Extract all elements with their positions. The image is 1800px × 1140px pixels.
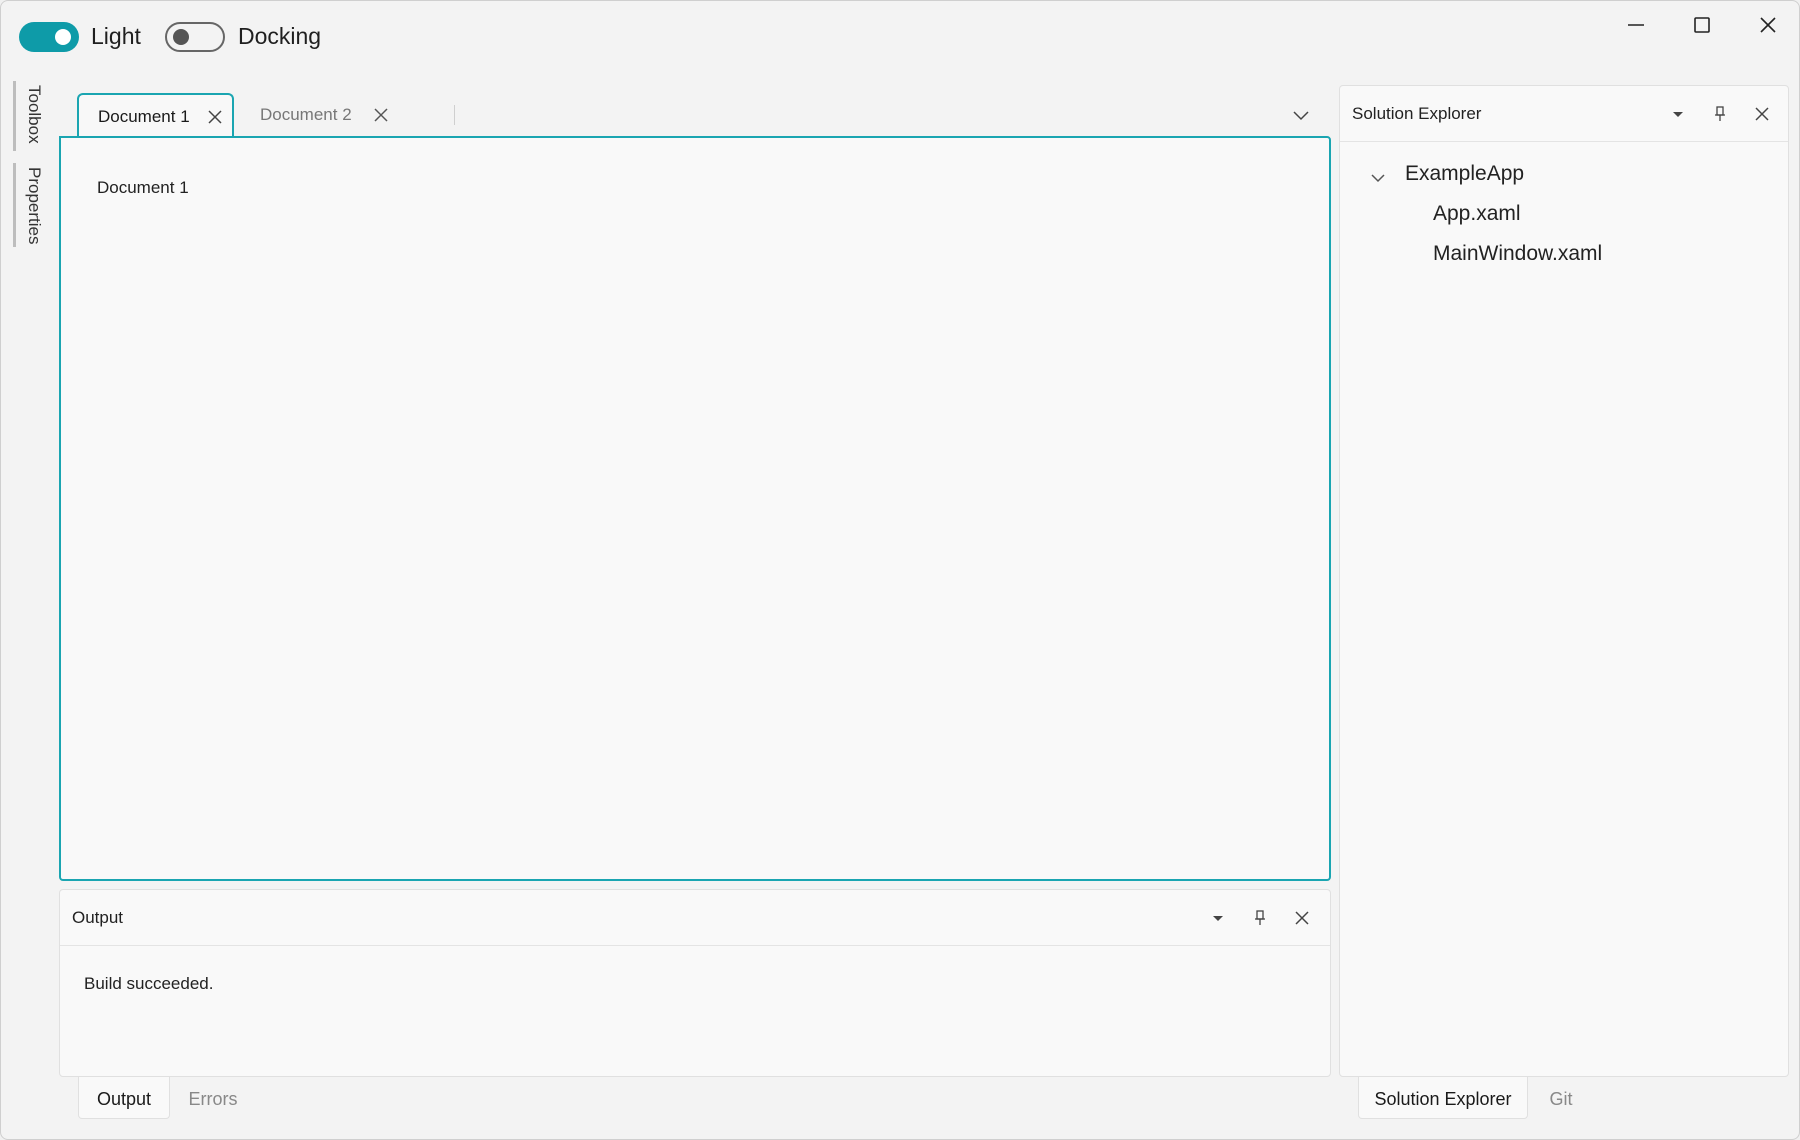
side-tab-label: Properties [25,167,44,245]
tab-label: Git [1549,1089,1573,1109]
tab-label: Solution Explorer [1374,1089,1512,1109]
output-text: Build succeeded. [84,974,214,993]
pin-icon [1255,910,1265,925]
solution-explorer-pane: Solution Explorer ExampleApp App.xaml Ma… [1339,85,1789,1077]
light-toggle-label: Light [91,23,141,49]
docking-toggle-label: Docking [238,23,322,49]
close-icon [1755,107,1769,121]
tab-separator [454,105,455,125]
docking-toggle[interactable] [165,22,225,52]
tab-document-1[interactable]: Document 1 [77,93,234,137]
tab-output[interactable]: Output [78,1077,170,1119]
tab-errors[interactable]: Errors [171,1077,255,1119]
maximize-button[interactable] [1671,7,1733,43]
solution-options-button[interactable] [1666,102,1690,126]
tab-git[interactable]: Git [1531,1077,1591,1119]
light-toggle[interactable] [19,22,79,52]
close-icon [1760,17,1776,33]
side-tab-label: Toolbox [25,85,44,144]
tree-item-root[interactable]: ExampleApp [1405,162,1524,186]
output-options-button[interactable] [1206,906,1230,930]
tree-item-file[interactable]: MainWindow.xaml [1433,242,1602,266]
chevron-down-icon[interactable] [1370,172,1386,184]
dropdown-arrow-icon [1673,112,1683,117]
tab-document-2[interactable]: Document 2 [241,93,451,137]
tab-solution-explorer[interactable]: Solution Explorer [1358,1077,1528,1119]
tab-overflow-chevron-icon[interactable] [1291,107,1311,123]
minimize-button[interactable] [1605,7,1667,43]
pin-icon [1715,106,1725,121]
solution-close-button[interactable] [1750,102,1774,126]
output-pane: Output Build succeeded. [59,889,1331,1077]
maximize-icon [1694,17,1710,33]
document-content-area: Document 1 [59,136,1331,881]
title-bar: Light Docking [1,1,1799,75]
side-tab-toolbox[interactable]: Toolbox [13,81,45,151]
tab-label: Document 2 [260,105,352,124]
close-tab-icon[interactable] [207,109,223,125]
toggle-knob [173,29,189,45]
close-window-button[interactable] [1737,7,1799,43]
solution-explorer-title: Solution Explorer [1352,104,1482,123]
left-side-rail: Toolbox Properties [7,81,47,261]
document-tab-strip: Document 1 Document 2 [59,93,1331,137]
output-pane-header: Output [60,890,1330,946]
minimize-icon [1628,24,1644,26]
document-content: Document 1 [97,178,189,197]
toggle-knob [55,29,71,45]
solution-explorer-header: Solution Explorer [1340,86,1788,142]
solution-pin-button[interactable] [1708,102,1732,126]
tab-label: Errors [188,1089,238,1109]
output-close-button[interactable] [1290,906,1314,930]
output-pin-button[interactable] [1248,906,1272,930]
dropdown-arrow-icon [1213,916,1223,921]
tree-item-file[interactable]: App.xaml [1433,202,1521,226]
output-pane-title: Output [72,908,124,927]
side-tab-properties[interactable]: Properties [13,163,45,247]
app-window: Light Docking Toolbox Properties Documen… [0,0,1800,1140]
tab-label: Output [96,1089,152,1109]
close-icon [1295,911,1309,925]
tab-label: Document 1 [98,107,190,126]
close-tab-icon[interactable] [373,107,389,123]
